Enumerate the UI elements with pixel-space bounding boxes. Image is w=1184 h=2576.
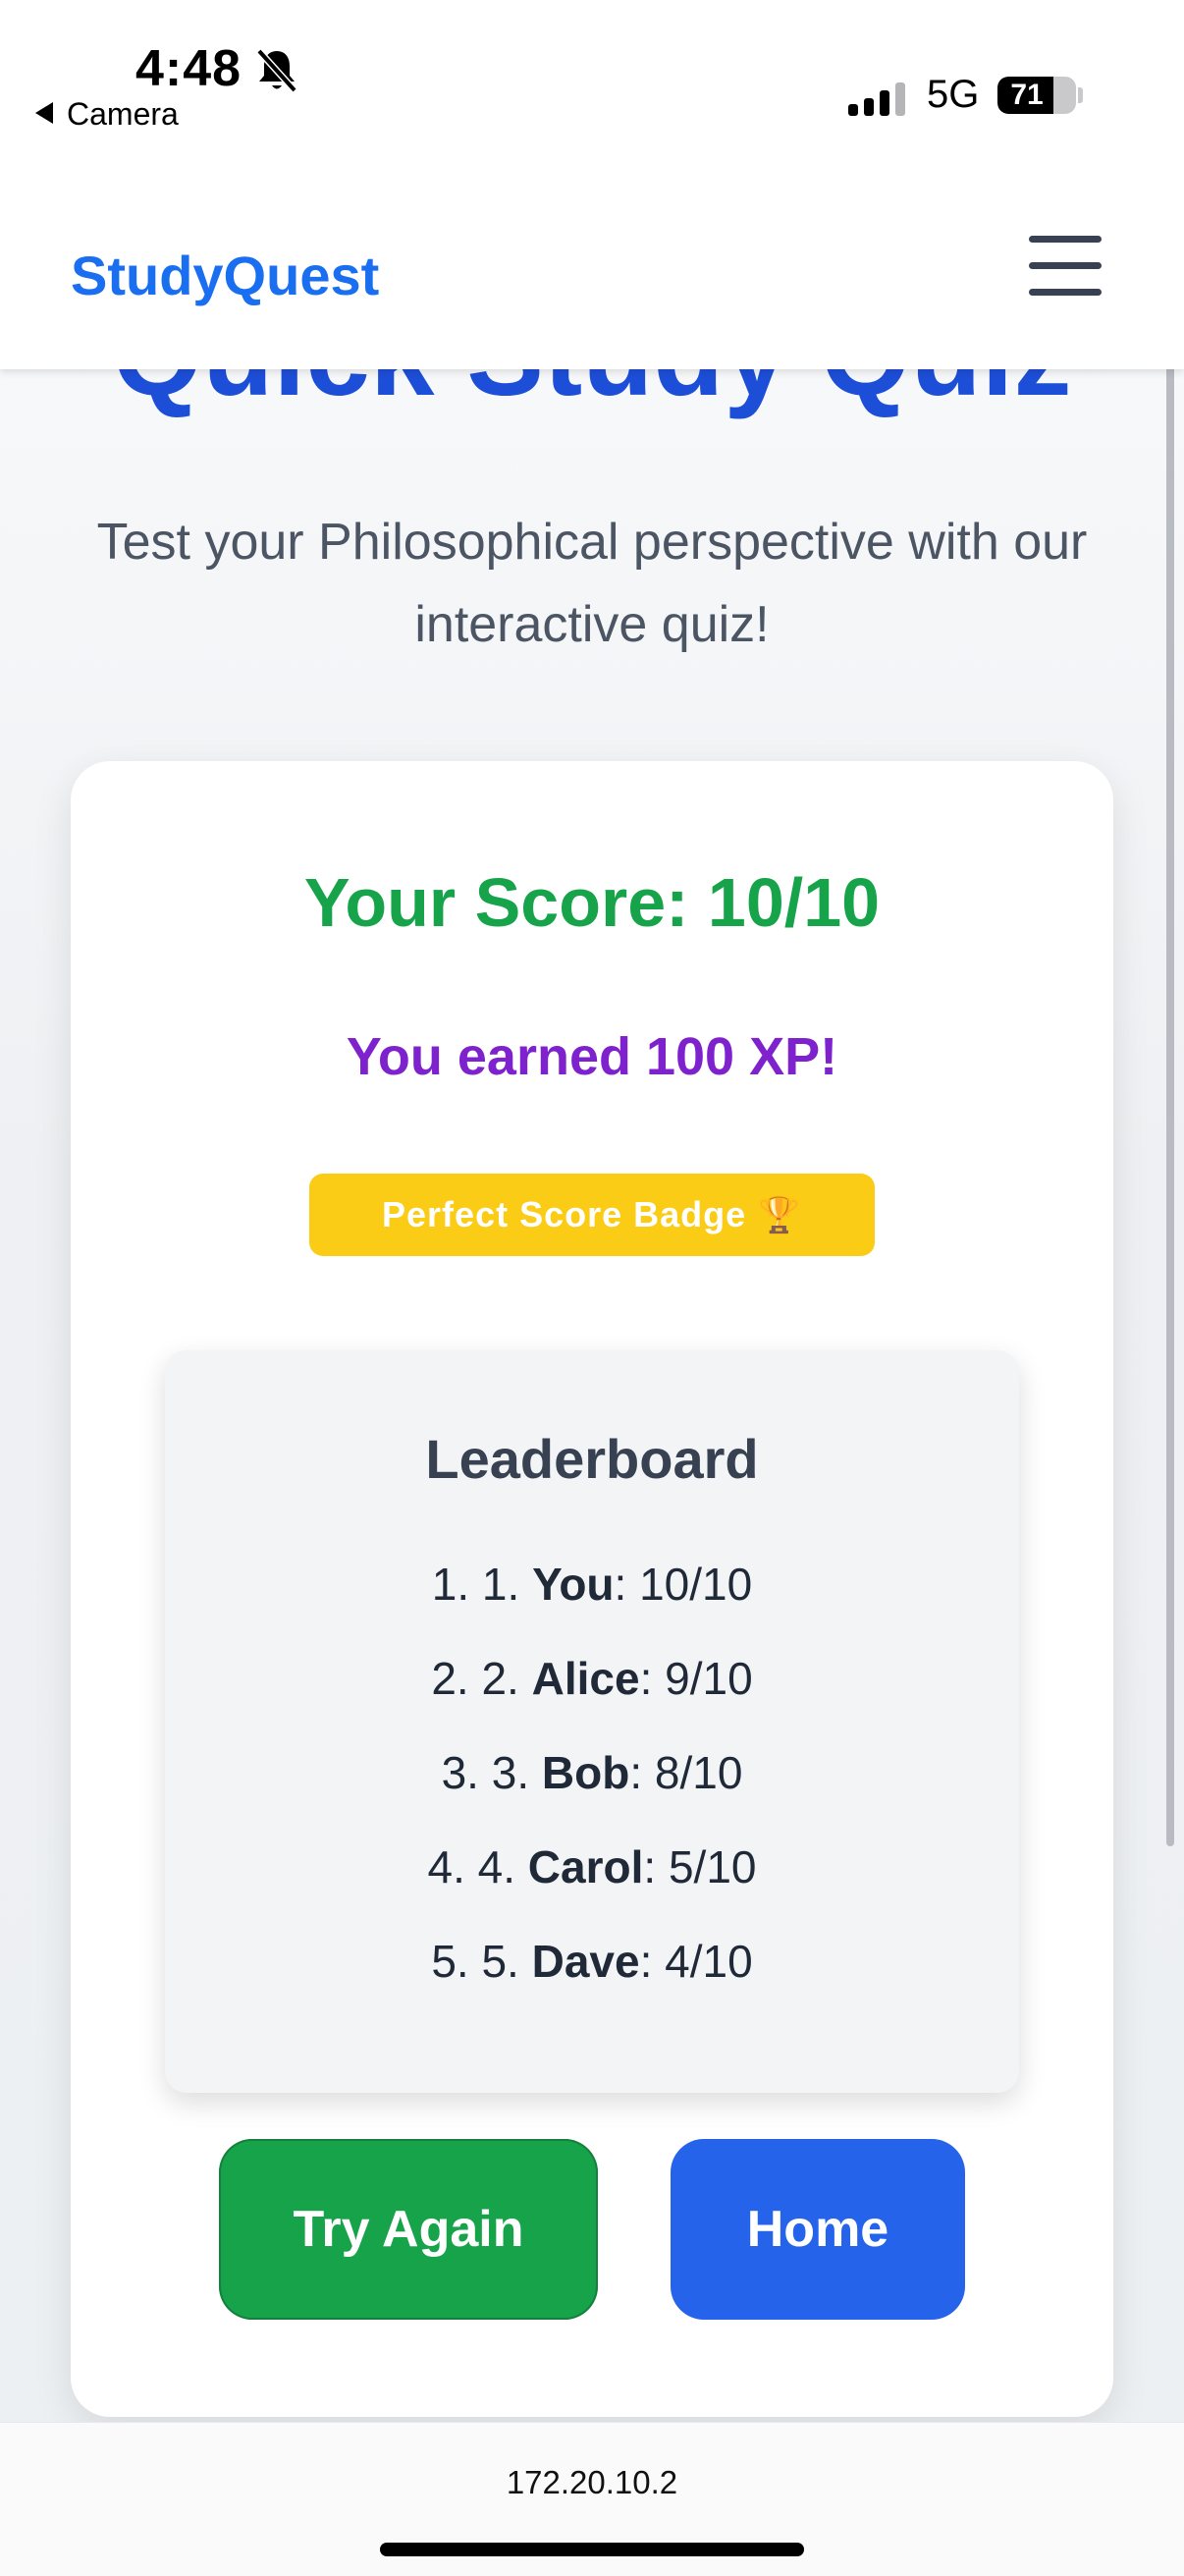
leaderboard-entry: 4. 4. Carol: 5/10 bbox=[427, 1841, 757, 1892]
site-header: StudyQuest bbox=[0, 177, 1184, 369]
perfect-score-badge: Perfect Score Badge 🏆 bbox=[309, 1174, 875, 1256]
hamburger-menu-icon[interactable] bbox=[1029, 236, 1102, 297]
back-app-label: Camera bbox=[67, 96, 179, 132]
status-time: 4:48 bbox=[135, 40, 242, 97]
back-arrow-icon bbox=[35, 102, 53, 124]
home-button[interactable]: Home bbox=[671, 2139, 965, 2320]
battery-icon: 71 bbox=[997, 77, 1076, 114]
leaderboard-list: 1. 1. You: 10/10 2. 2. Alice: 9/10 3. 3.… bbox=[165, 1537, 1019, 2008]
leaderboard-entry: 2. 2. Alice: 9/10 bbox=[431, 1653, 753, 1704]
quiz-result-card: Your Score: 10/10 You earned 100 XP! Per… bbox=[71, 761, 1113, 2417]
cellular-signal-icon bbox=[848, 82, 905, 116]
browser-address-bar[interactable]: 172.20.10.2 bbox=[0, 2422, 1184, 2576]
page-subtitle: Test your Philosophical perspective with… bbox=[96, 514, 1088, 653]
page-scrollbar[interactable] bbox=[1166, 295, 1174, 1846]
battery-nub bbox=[1078, 87, 1083, 103]
xp-earned-text: You earned 100 XP! bbox=[346, 1027, 838, 1086]
leaderboard-title: Leaderboard bbox=[425, 1428, 759, 1490]
status-bar: 4:48 Camera 5G 71 bbox=[0, 0, 1184, 177]
battery-percent: 71 bbox=[1010, 79, 1044, 111]
bell-muted-icon bbox=[256, 48, 297, 93]
leaderboard-panel: Leaderboard 1. 1. You: 10/10 2. 2. Alice… bbox=[165, 1350, 1019, 2093]
back-to-app-link[interactable]: Camera bbox=[35, 96, 179, 133]
score-heading: Your Score: 10/10 bbox=[303, 864, 881, 941]
leaderboard-entry: 3. 3. Bob: 8/10 bbox=[441, 1747, 743, 1798]
brand-logo[interactable]: StudyQuest bbox=[71, 244, 379, 307]
try-again-button[interactable]: Try Again bbox=[219, 2139, 598, 2320]
home-indicator[interactable] bbox=[380, 2543, 804, 2556]
network-type: 5G bbox=[927, 73, 980, 116]
leaderboard-entry: 1. 1. You: 10/10 bbox=[431, 1559, 753, 1610]
leaderboard-entry: 5. 5. Dave: 4/10 bbox=[431, 1936, 753, 1987]
url-text: 172.20.10.2 bbox=[506, 2464, 678, 2500]
